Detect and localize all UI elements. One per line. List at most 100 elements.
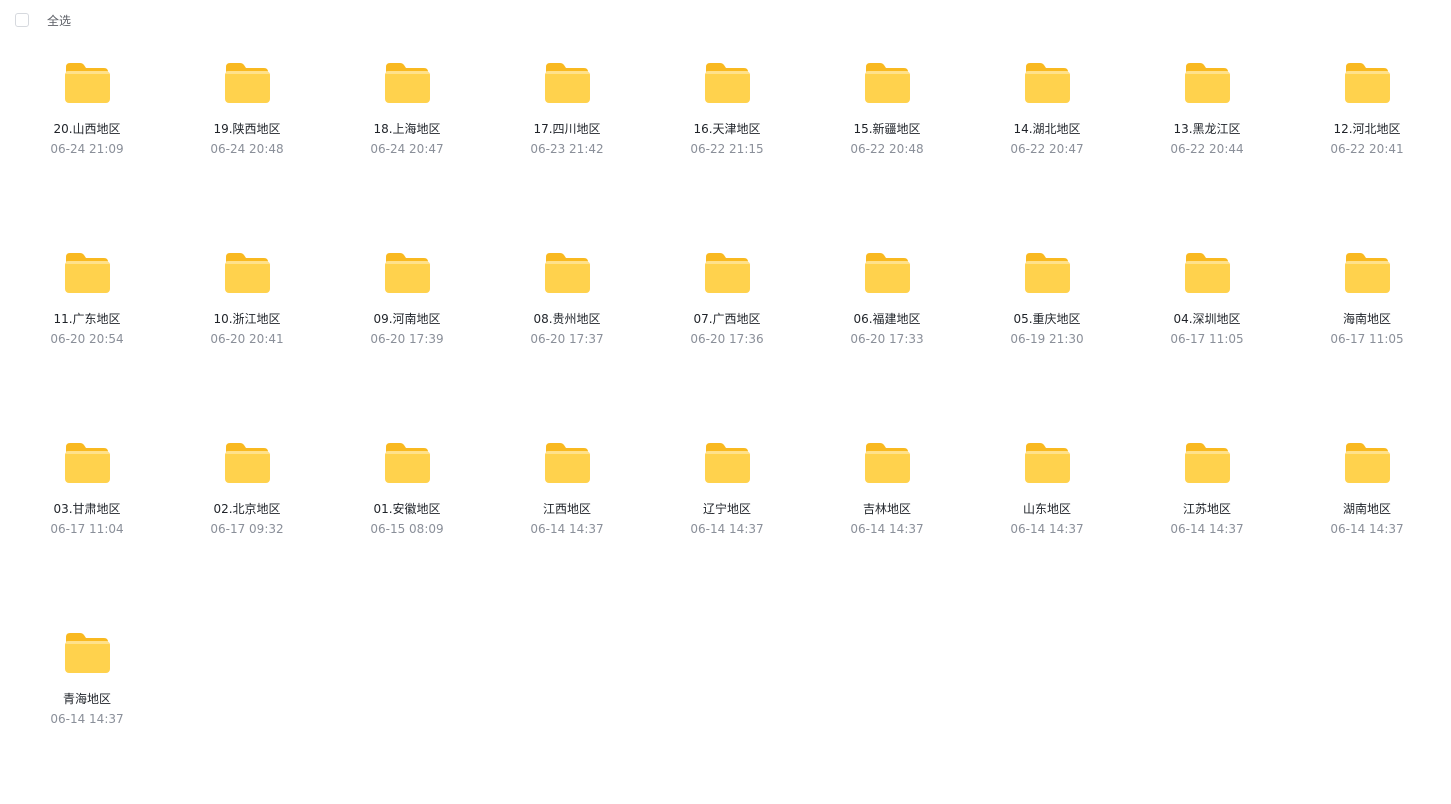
folder-name: 02.北京地区 (213, 502, 281, 516)
folder-grid: 20.山西地区 06-24 21:09 19.陕西地区 06-24 20:48 … (7, 44, 1447, 804)
folder-icon (864, 62, 910, 104)
folder-item[interactable]: 04.深圳地区 06-17 11:05 (1127, 234, 1287, 424)
folder-item[interactable]: 山东地区 06-14 14:37 (967, 424, 1127, 614)
folder-date: 06-14 14:37 (1170, 522, 1244, 536)
folder-item[interactable]: 09.河南地区 06-20 17:39 (327, 234, 487, 424)
folder-date: 06-17 11:04 (50, 522, 124, 536)
folder-name: 20.山西地区 (53, 122, 121, 136)
folder-item[interactable]: 10.浙江地区 06-20 20:41 (167, 234, 327, 424)
folder-date: 06-17 11:05 (1170, 332, 1244, 346)
folder-item[interactable]: 08.贵州地区 06-20 17:37 (487, 234, 647, 424)
folder-name: 17.四川地区 (533, 122, 601, 136)
folder-name: 14.湖北地区 (1013, 122, 1081, 136)
folder-item[interactable]: 12.河北地区 06-22 20:41 (1287, 44, 1447, 234)
folder-date: 06-17 11:05 (1330, 332, 1404, 346)
folder-name: 山东地区 (1022, 502, 1071, 516)
folder-name: 08.贵州地区 (533, 312, 601, 326)
folder-item[interactable]: 海南地区 06-17 11:05 (1287, 234, 1447, 424)
folder-date: 06-20 17:39 (370, 332, 444, 346)
folder-item[interactable]: 11.广东地区 06-20 20:54 (7, 234, 167, 424)
folder-name: 05.重庆地区 (1013, 312, 1081, 326)
folder-date: 06-22 20:44 (1170, 142, 1244, 156)
folder-item[interactable]: 15.新疆地区 06-22 20:48 (807, 44, 967, 234)
folder-name: 12.河北地区 (1333, 122, 1401, 136)
folder-name: 辽宁地区 (702, 502, 751, 516)
folder-icon (224, 442, 270, 484)
folder-date: 06-14 14:37 (690, 522, 764, 536)
folder-date: 06-22 20:47 (1010, 142, 1084, 156)
folder-icon (1344, 442, 1390, 484)
folder-icon (384, 62, 430, 104)
folder-date: 06-14 14:37 (1010, 522, 1084, 536)
folder-name: 11.广东地区 (53, 312, 121, 326)
folder-name: 江苏地区 (1182, 502, 1231, 516)
folder-item[interactable]: 06.福建地区 06-20 17:33 (807, 234, 967, 424)
folder-item[interactable]: 05.重庆地区 06-19 21:30 (967, 234, 1127, 424)
folder-date: 06-14 14:37 (1330, 522, 1404, 536)
folder-icon (384, 252, 430, 294)
folder-icon (384, 442, 430, 484)
folder-item[interactable]: 03.甘肃地区 06-17 11:04 (7, 424, 167, 614)
folder-icon (864, 442, 910, 484)
folder-icon (1024, 442, 1070, 484)
folder-item[interactable]: 江西地区 06-14 14:37 (487, 424, 647, 614)
folder-item[interactable]: 吉林地区 06-14 14:37 (807, 424, 967, 614)
folder-item[interactable]: 02.北京地区 06-17 09:32 (167, 424, 327, 614)
folder-name: 09.河南地区 (373, 312, 441, 326)
folder-icon (64, 62, 110, 104)
folder-name: 湖南地区 (1342, 502, 1391, 516)
folder-item[interactable]: 辽宁地区 06-14 14:37 (647, 424, 807, 614)
folder-item[interactable]: 19.陕西地区 06-24 20:48 (167, 44, 327, 234)
folder-icon (1024, 62, 1070, 104)
folder-icon (1344, 252, 1390, 294)
folder-item[interactable]: 江苏地区 06-14 14:37 (1127, 424, 1287, 614)
folder-item[interactable]: 17.四川地区 06-23 21:42 (487, 44, 647, 234)
folder-date: 06-17 09:32 (210, 522, 284, 536)
folder-icon (1184, 62, 1230, 104)
folder-icon (544, 62, 590, 104)
folder-item[interactable]: 湖南地区 06-14 14:37 (1287, 424, 1447, 614)
folder-icon (544, 442, 590, 484)
folder-name: 01.安徽地区 (373, 502, 441, 516)
folder-name: 06.福建地区 (853, 312, 921, 326)
folder-name: 10.浙江地区 (213, 312, 281, 326)
folder-date: 06-20 20:54 (50, 332, 124, 346)
folder-date: 06-24 20:47 (370, 142, 444, 156)
folder-item[interactable]: 13.黑龙江区 06-22 20:44 (1127, 44, 1287, 234)
folder-item[interactable]: 18.上海地区 06-24 20:47 (327, 44, 487, 234)
folder-date: 06-20 20:41 (210, 332, 284, 346)
folder-date: 06-20 17:36 (690, 332, 764, 346)
folder-icon (224, 252, 270, 294)
folder-name: 16.天津地区 (693, 122, 761, 136)
folder-date: 06-22 20:48 (850, 142, 924, 156)
folder-date: 06-20 17:33 (850, 332, 924, 346)
select-all-label[interactable]: 全选 (47, 13, 71, 29)
folder-icon (864, 252, 910, 294)
folder-item[interactable]: 14.湖北地区 06-22 20:47 (967, 44, 1127, 234)
folder-item[interactable]: 20.山西地区 06-24 21:09 (7, 44, 167, 234)
folder-icon (704, 62, 750, 104)
folder-name: 青海地区 (62, 692, 111, 706)
folder-name: 江西地区 (542, 502, 591, 516)
folder-item[interactable]: 青海地区 06-14 14:37 (7, 614, 167, 804)
folder-icon (1024, 252, 1070, 294)
folder-name: 07.广西地区 (693, 312, 761, 326)
folder-date: 06-24 20:48 (210, 142, 284, 156)
folder-item[interactable]: 01.安徽地区 06-15 08:09 (327, 424, 487, 614)
folder-name: 03.甘肃地区 (53, 502, 121, 516)
folder-item[interactable]: 07.广西地区 06-20 17:36 (647, 234, 807, 424)
folder-name: 04.深圳地区 (1173, 312, 1241, 326)
folder-date: 06-24 21:09 (50, 142, 124, 156)
folder-date: 06-22 20:41 (1330, 142, 1404, 156)
folder-icon (64, 632, 110, 674)
folder-icon (1184, 442, 1230, 484)
folder-item[interactable]: 16.天津地区 06-22 21:15 (647, 44, 807, 234)
folder-icon (544, 252, 590, 294)
folder-icon (64, 252, 110, 294)
folder-date: 06-14 14:37 (530, 522, 604, 536)
folder-icon (1184, 252, 1230, 294)
folder-name: 19.陕西地区 (213, 122, 281, 136)
folder-icon (704, 442, 750, 484)
folder-icon (224, 62, 270, 104)
select-all-checkbox[interactable] (15, 13, 29, 27)
